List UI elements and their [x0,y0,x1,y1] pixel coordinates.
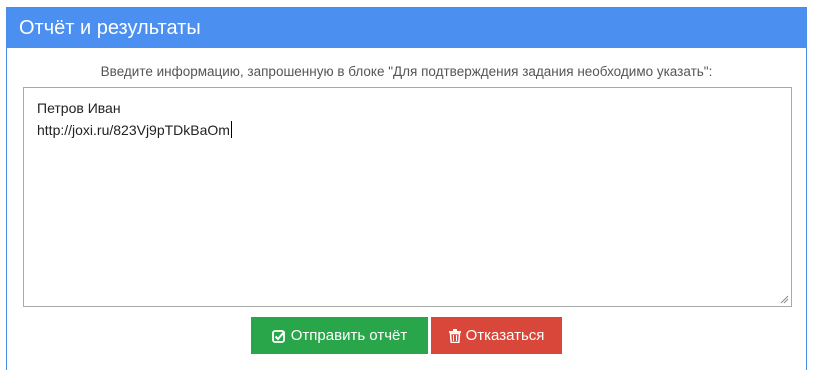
panel-title: Отчёт и результаты [7,8,806,48]
refuse-button[interactable]: Отказаться [431,317,562,354]
report-textarea[interactable]: Петров Иван http://joxi.ru/823Vj9pTDkBaO… [23,87,792,307]
refuse-label: Отказаться [465,327,545,344]
send-report-label: Отправить отчёт [290,327,408,344]
action-buttons: Отправить отчёт Отказаться [251,317,562,354]
report-line-name: Петров Иван [37,100,121,116]
send-report-button[interactable]: Отправить отчёт [251,317,428,354]
instruction-text: Введите информацию, запрошенную в блоке … [100,64,713,79]
report-panel: Отчёт и результаты Введите информацию, з… [6,7,807,370]
report-link-text: http://joxi.ru/823Vj9pTDkBaOm [37,122,230,138]
check-square-icon [271,329,286,343]
text-caret [230,121,232,138]
trash-icon [448,328,461,343]
resize-grip-icon[interactable] [780,295,789,304]
report-line-link: http://joxi.ru/823Vj9pTDkBaOm [37,119,778,141]
